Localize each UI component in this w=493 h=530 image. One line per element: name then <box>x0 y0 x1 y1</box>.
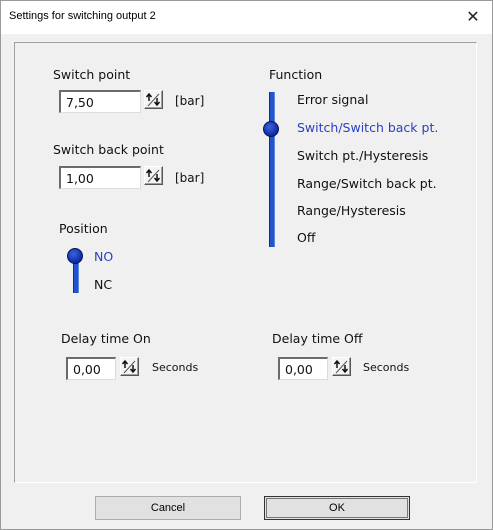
delay-off-input[interactable]: 0,00 <box>278 357 328 380</box>
function-option-switch-switch-back[interactable]: Switch/Switch back pt. <box>297 120 438 135</box>
spinner-arrows-icon <box>145 92 161 107</box>
switch-back-point-input[interactable]: 1,00 <box>59 166 141 189</box>
switch-point-input[interactable]: 7,50 <box>59 90 141 113</box>
delay-on-input[interactable]: 0,00 <box>66 357 116 380</box>
switch-back-point-spinner[interactable] <box>144 166 163 185</box>
function-label: Function <box>269 67 323 82</box>
switch-back-point-unit: [bar] <box>175 171 205 185</box>
position-option-nc[interactable]: NC <box>94 277 112 292</box>
settings-dialog: Settings for switching output 2 ✕ Switch… <box>0 0 493 530</box>
delay-on-unit: Seconds <box>152 361 199 374</box>
position-slider-knob[interactable] <box>67 248 83 264</box>
function-option-range-switch-back[interactable]: Range/Switch back pt. <box>297 176 437 191</box>
title-bar: Settings for switching output 2 ✕ <box>1 1 492 34</box>
delay-off-label: Delay time Off <box>272 331 363 346</box>
ok-button[interactable]: OK <box>264 496 410 520</box>
position-label: Position <box>59 221 108 236</box>
switch-point-unit: [bar] <box>175 94 205 108</box>
cancel-button[interactable]: Cancel <box>95 496 241 520</box>
switch-point-label: Switch point <box>53 67 131 82</box>
spinner-arrows-icon <box>145 168 161 183</box>
delay-off-spinner[interactable] <box>332 357 351 376</box>
close-icon[interactable]: ✕ <box>463 7 483 27</box>
spinner-arrows-icon <box>121 359 137 374</box>
function-slider-track[interactable] <box>269 92 275 247</box>
window-title: Settings for switching output 2 <box>9 10 156 22</box>
position-option-no[interactable]: NO <box>94 249 113 264</box>
function-option-off[interactable]: Off <box>297 230 315 245</box>
function-slider-knob[interactable] <box>263 121 279 137</box>
spinner-arrows-icon <box>333 359 349 374</box>
delay-off-unit: Seconds <box>363 361 410 374</box>
function-option-error-signal[interactable]: Error signal <box>297 92 368 107</box>
switch-back-point-label: Switch back point <box>53 142 164 157</box>
switch-point-spinner[interactable] <box>144 90 163 109</box>
delay-on-spinner[interactable] <box>120 357 139 376</box>
function-option-range-hysteresis[interactable]: Range/Hysteresis <box>297 203 406 218</box>
delay-on-label: Delay time On <box>61 331 151 346</box>
function-option-switch-hysteresis[interactable]: Switch pt./Hysteresis <box>297 148 428 163</box>
